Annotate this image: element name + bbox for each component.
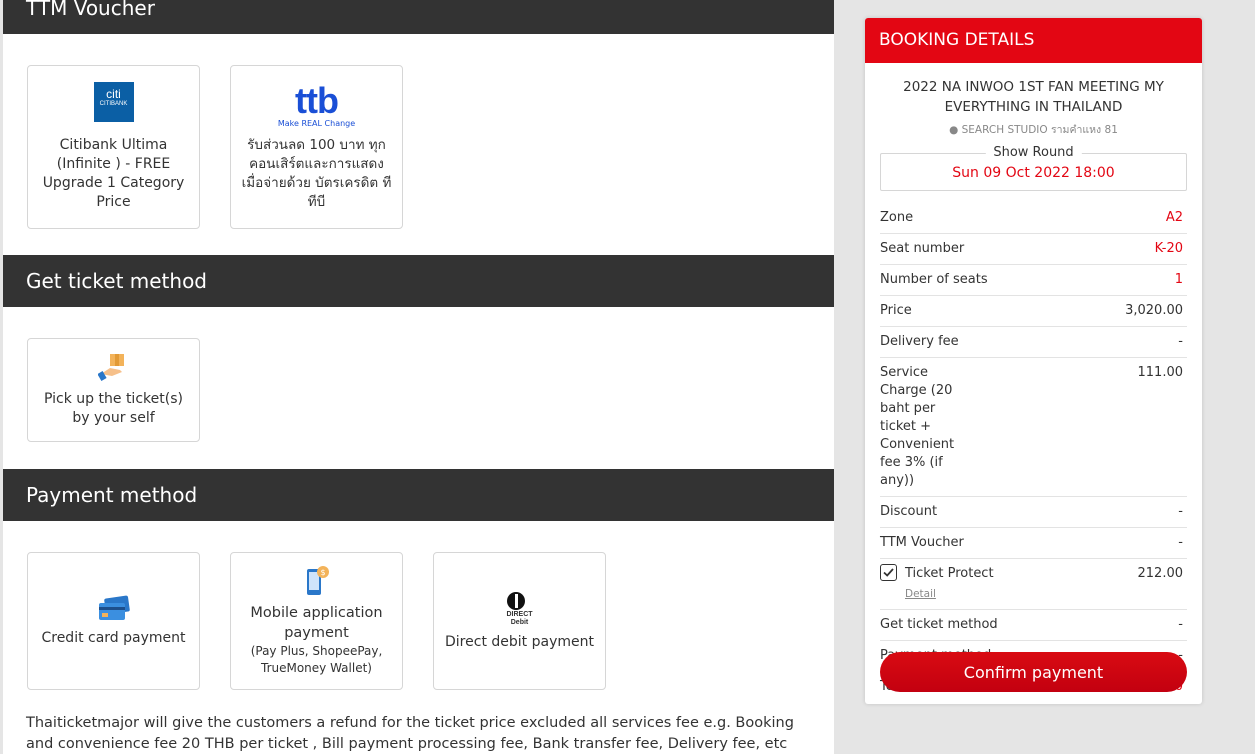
payment-direct-debit[interactable]: DIRECT Debit Direct debit payment xyxy=(433,552,606,690)
location-pin-icon: ● xyxy=(949,124,959,136)
payment-method-label: Direct debit payment xyxy=(445,633,594,650)
payment-mobile-app[interactable]: $ Mobile application payment (Pay Plus, … xyxy=(230,552,403,690)
row-value: 1 xyxy=(1174,272,1183,287)
row-zone: Zone A2 xyxy=(880,203,1187,234)
citibank-logo-icon: citi CITIBANK xyxy=(93,82,134,122)
voucher-label: Citibank Ultima (Infinite ) - FREE Upgra… xyxy=(42,137,185,210)
payment-method-section-title: Payment method xyxy=(3,469,834,521)
row-value: 3,020.00 xyxy=(1125,303,1183,318)
venue-name: SEARCH STUDIO รามคำแหง 81 xyxy=(961,124,1118,136)
row-label: Zone xyxy=(880,210,914,225)
row-discount: Discount - xyxy=(880,497,1187,528)
checkout-main: TTM Voucher citi CITIBANK Citibank Ultim… xyxy=(3,0,834,754)
row-value: 212.00 xyxy=(1137,566,1184,581)
row-label: TTM Voucher xyxy=(880,535,964,550)
row-value: - xyxy=(1178,535,1183,550)
voucher-card-ttb[interactable]: ttb Make REAL Change รับส่วนลด 100 บาท ท… xyxy=(230,65,403,229)
mobile-payment-icon: $ xyxy=(303,565,331,597)
row-label: Get ticket method xyxy=(880,617,998,632)
voucher-label: รับส่วนลด 100 บาท ทุกคอนเสิร์ตและการแสดง… xyxy=(241,136,392,210)
payment-credit-card[interactable]: Credit card payment xyxy=(27,552,200,690)
row-value: 111.00 xyxy=(1137,365,1184,380)
row-label: Price xyxy=(880,303,912,318)
row-ticket-protect: Ticket Protect Detail 212.00 xyxy=(880,559,1187,610)
row-label: Seat number xyxy=(880,241,965,256)
confirm-payment-button[interactable]: Confirm payment xyxy=(880,652,1187,692)
row-seat-number: Seat number K-20 xyxy=(880,234,1187,265)
ticket-protect-detail-link[interactable]: Detail xyxy=(905,585,994,603)
row-label: Number of seats xyxy=(880,272,988,287)
direct-debit-icon: DIRECT Debit xyxy=(502,591,538,627)
row-number-of-seats: Number of seats 1 xyxy=(880,265,1187,296)
row-label: Service Charge (20 baht per ticket + Con… xyxy=(880,365,955,488)
check-icon xyxy=(883,568,894,577)
refund-note: Thaiticketmajor will give the customers … xyxy=(26,715,794,752)
row-label: Discount xyxy=(880,504,938,519)
payment-method-label: Mobile application payment xyxy=(250,605,383,641)
row-ttm-voucher: TTM Voucher - xyxy=(880,528,1187,559)
row-service-charge: Service Charge (20 baht per ticket + Con… xyxy=(880,358,1187,497)
booking-rows: Zone A2 Seat number K-20 Number of seats… xyxy=(880,203,1187,702)
show-round-label: Show Round xyxy=(985,145,1082,160)
ttb-logo-icon: ttb Make REAL Change xyxy=(277,79,356,128)
row-delivery-fee: Delivery fee - xyxy=(880,327,1187,358)
row-value: - xyxy=(1178,504,1183,519)
booking-details-header: BOOKING DETAILS xyxy=(865,18,1202,63)
ticket-method-section-title: Get ticket method xyxy=(3,255,834,307)
ticket-method-pickup[interactable]: Pick up the ticket(s) by your self xyxy=(27,338,200,442)
payment-method-sub: (Pay Plus, ShopeePay, TrueMoney Wallet) xyxy=(250,644,383,675)
event-title: 2022 NA INWOO 1ST FAN MEETING MY EVERYTH… xyxy=(903,79,1164,115)
voucher-card-citibank[interactable]: citi CITIBANK Citibank Ultima (Infinite … xyxy=(27,65,200,229)
ticket-protect-checkbox[interactable] xyxy=(880,564,897,581)
svg-text:$: $ xyxy=(320,568,325,577)
booking-details-panel: BOOKING DETAILS 2022 NA INWOO 1ST FAN ME… xyxy=(865,18,1202,704)
row-value: - xyxy=(1178,617,1183,632)
row-label: Ticket Protect xyxy=(905,566,994,581)
ticket-method-label: Pick up the ticket(s) by your self xyxy=(44,391,183,426)
row-price: Price 3,020.00 xyxy=(880,296,1187,327)
venue: ● SEARCH STUDIO รามคำแหง 81 xyxy=(865,121,1202,138)
credit-card-icon xyxy=(97,595,131,621)
row-value: A2 xyxy=(1165,210,1183,225)
hand-box-icon xyxy=(97,352,130,382)
row-get-ticket-method: Get ticket method - xyxy=(880,610,1187,641)
voucher-section-title: TTM Voucher xyxy=(3,0,834,34)
payment-method-label: Credit card payment xyxy=(41,629,186,646)
row-value: - xyxy=(1178,334,1183,349)
row-label: Delivery fee xyxy=(880,334,959,349)
row-value: K-20 xyxy=(1154,241,1183,256)
show-round-box: Show Round Sun 09 Oct 2022 18:00 xyxy=(880,145,1187,191)
